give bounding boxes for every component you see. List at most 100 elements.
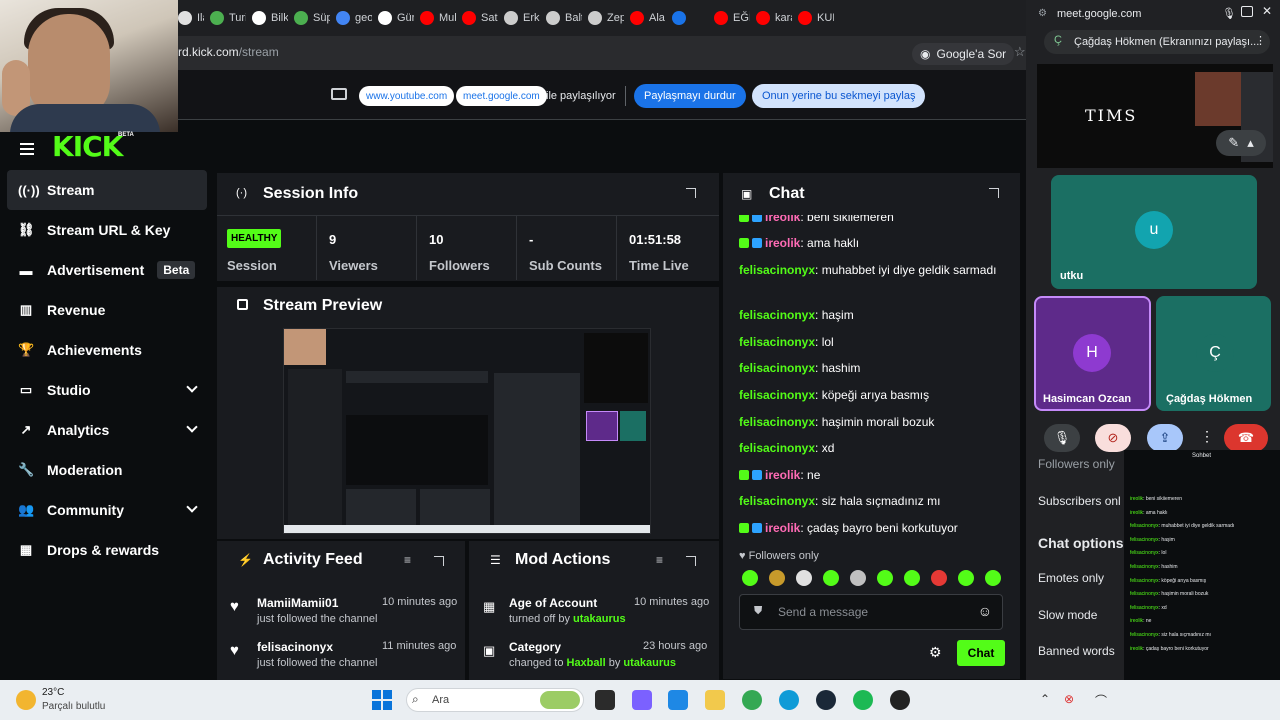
sidebar-item-stream-url-key[interactable]: ⛓ Stream URL & Key: [0, 210, 214, 250]
start-windows-icon[interactable]: [372, 690, 392, 710]
leave-call-button[interactable]: ☎: [1224, 424, 1268, 452]
app-icon[interactable]: [890, 690, 910, 710]
popout-icon[interactable]: [434, 556, 444, 566]
browser-tab[interactable]: Gür: [372, 4, 414, 32]
site-info-icon[interactable]: ⚙: [1038, 8, 1047, 19]
chat-username[interactable]: felisacinonyx: [739, 441, 815, 455]
emote-icon[interactable]: [985, 570, 1001, 586]
presenting-chip[interactable]: Çağdaş Hökmen (Ekranınızı paylaşı...: [1044, 30, 1270, 54]
browser-tab[interactable]: Erk: [498, 4, 540, 32]
popout-icon[interactable]: [686, 556, 696, 566]
sidebar-item-stream[interactable]: ((·)) Stream: [7, 170, 207, 210]
mic-button[interactable]: 🎙: [1044, 424, 1080, 452]
browser-tab[interactable]: geo: [330, 4, 372, 32]
browser-tab[interactable]: Iları: [178, 4, 204, 32]
annotate-button[interactable]: ✎ ▴: [1216, 130, 1266, 156]
browser-tab[interactable]: Zep: [582, 4, 624, 32]
network-icon[interactable]: ⌒: [1095, 692, 1107, 709]
chat-message-input[interactable]: ⛊ Send a message ☺: [739, 594, 1003, 630]
sidebar-item-revenue[interactable]: ▥ Revenue: [0, 290, 214, 330]
emote-icon[interactable]: [958, 570, 974, 586]
search-highlight-icon[interactable]: [540, 691, 580, 709]
settings-gear-icon[interactable]: ⚙: [929, 644, 942, 661]
close-icon[interactable]: ✕: [1262, 4, 1272, 18]
chat-username[interactable]: ireolik: [765, 236, 800, 250]
steam-icon[interactable]: [816, 690, 836, 710]
copilot-icon[interactable]: [632, 690, 652, 710]
activity-name[interactable]: felisacinonyx: [257, 640, 333, 654]
stream-preview-video[interactable]: [283, 328, 651, 534]
chat-username[interactable]: felisacinonyx: [739, 263, 815, 277]
chat-option-slow-mode[interactable]: Slow mode: [1038, 608, 1097, 622]
browser-tab[interactable]: Turi: [204, 4, 246, 32]
send-chat-button[interactable]: Chat: [957, 640, 1005, 666]
sidebar-item-studio[interactable]: ▭ Studio: [0, 370, 214, 410]
edge-icon[interactable]: [779, 690, 799, 710]
chat-username[interactable]: felisacinonyx: [739, 335, 815, 349]
url-text[interactable]: rd.kick.com/stream: [178, 45, 279, 59]
sidebar-item-moderation[interactable]: 🔧 Moderation: [0, 450, 214, 490]
more-vert-icon[interactable]: ⋮: [1255, 34, 1266, 47]
sidebar-item-analytics[interactable]: ↗ Analytics: [0, 410, 214, 450]
pip-icon[interactable]: [1241, 6, 1253, 17]
weather-temp[interactable]: 23°C: [42, 687, 64, 698]
emote-icon[interactable]: [850, 570, 866, 586]
chat-username[interactable]: felisacinonyx: [739, 415, 815, 429]
outlook-icon[interactable]: [668, 690, 688, 710]
present-screen-button[interactable]: ⇪: [1147, 424, 1183, 452]
spotify-icon[interactable]: [853, 690, 873, 710]
browser-tab[interactable]: Süp: [288, 4, 330, 32]
mic-small-icon[interactable]: 🎙: [1222, 7, 1236, 20]
chat-username[interactable]: ireolik: [765, 468, 800, 482]
emote-icon[interactable]: [769, 570, 785, 586]
sidebar-item-community[interactable]: 👥 Community: [0, 490, 214, 530]
filter-icon[interactable]: ≡: [656, 553, 663, 567]
popout-icon[interactable]: [989, 188, 999, 198]
stop-sharing-button[interactable]: Paylaşmayı durdur: [634, 84, 746, 108]
tray-chevron-icon[interactable]: ⌃: [1040, 692, 1050, 706]
file-explorer-icon[interactable]: [705, 690, 725, 710]
more-options-icon[interactable]: ⋮: [1200, 428, 1214, 445]
weather-desc[interactable]: Parçalı bulutlu: [42, 701, 105, 712]
chat-option-emotes-only[interactable]: Emotes only: [1038, 571, 1104, 585]
browser-tab[interactable]: Balt: [540, 4, 582, 32]
chat-username[interactable]: felisacinonyx: [739, 494, 815, 508]
tray-app-icon[interactable]: ⊗: [1064, 692, 1074, 706]
emote-icon[interactable]: [796, 570, 812, 586]
chat-username[interactable]: felisacinonyx: [739, 388, 815, 402]
menu-icon[interactable]: [20, 140, 34, 158]
bookmark-star-icon[interactable]: ☆: [1014, 44, 1026, 60]
camera-off-button[interactable]: ⊘: [1095, 424, 1131, 452]
share-this-tab-button[interactable]: Onun yerine bu sekmeyi paylaş: [752, 84, 926, 108]
sidebar-item-achievements[interactable]: 🏆 Achievements: [0, 330, 214, 370]
kick-logo[interactable]: KICK: [52, 130, 123, 163]
browser-tab[interactable]: Mul: [414, 4, 456, 32]
emoji-icon[interactable]: ☺: [978, 603, 992, 619]
emote-icon[interactable]: [931, 570, 947, 586]
category-name[interactable]: Haxball: [567, 657, 606, 669]
chat-username[interactable]: ireolik: [765, 521, 800, 535]
browser-tab[interactable]: kara: [750, 4, 792, 32]
browser-tab[interactable]: Bilk: [246, 4, 288, 32]
chat-option-subscribers[interactable]: Subscribers onl: [1038, 494, 1121, 508]
browser-tab[interactable]: Ala: [624, 4, 666, 32]
sidebar-item-advertisement[interactable]: ▬ Advertisement Beta: [0, 250, 214, 290]
weather-icon[interactable]: [16, 690, 36, 710]
chat-option-followers[interactable]: Followers only: [1038, 457, 1115, 471]
browser-tab[interactable]: [666, 4, 708, 32]
activity-name[interactable]: MamiiMamii01: [257, 596, 338, 610]
sidebar-item-drops-rewards[interactable]: ▦ Drops & rewards: [0, 530, 214, 570]
moderator-name[interactable]: utakaurus: [573, 613, 626, 625]
emote-icon[interactable]: [742, 570, 758, 586]
chrome-icon[interactable]: [742, 690, 762, 710]
popout-icon[interactable]: [686, 188, 696, 198]
browser-tab[interactable]: EĞİ: [708, 4, 750, 32]
browser-tab[interactable]: Satı: [456, 4, 498, 32]
chat-option-banned-words[interactable]: Banned words: [1038, 644, 1115, 658]
browser-tab[interactable]: KUI: [792, 4, 834, 32]
emote-icon[interactable]: [904, 570, 920, 586]
filter-icon[interactable]: ≡: [404, 553, 411, 567]
task-view-icon[interactable]: [595, 690, 615, 710]
moderator-name[interactable]: utakaurus: [623, 657, 676, 669]
chat-username[interactable]: felisacinonyx: [739, 361, 815, 375]
